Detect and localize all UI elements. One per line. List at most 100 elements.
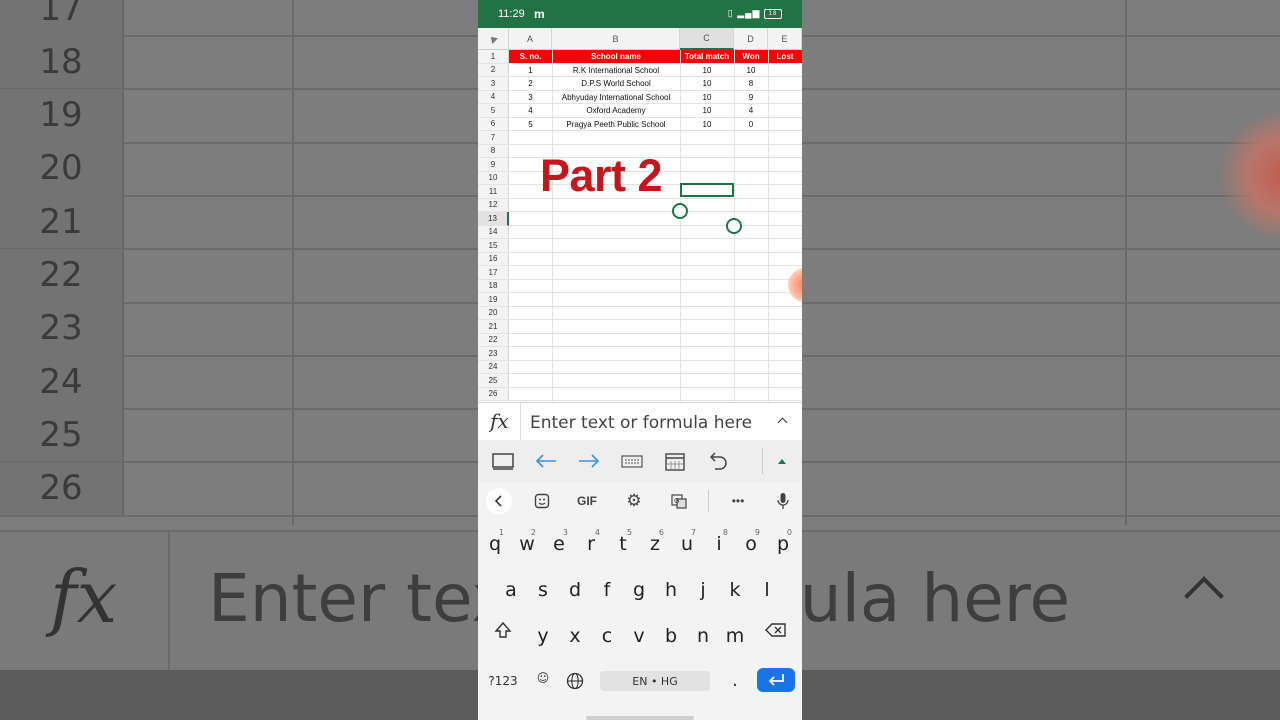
enter-key[interactable] bbox=[757, 668, 795, 692]
selection-handle-end[interactable] bbox=[726, 218, 742, 234]
row-header[interactable]: 16 bbox=[478, 252, 509, 266]
header-cell[interactable]: S. no. bbox=[509, 50, 552, 64]
table-cell[interactable]: 10 bbox=[680, 77, 734, 91]
key-b[interactable]: b bbox=[656, 616, 686, 656]
undo-icon[interactable] bbox=[706, 450, 730, 472]
row-header[interactable]: 4 bbox=[478, 90, 509, 104]
key-a[interactable]: a bbox=[496, 570, 526, 610]
sticker-icon[interactable] bbox=[532, 490, 552, 512]
table-cell[interactable]: 8 bbox=[734, 77, 768, 91]
shift-key[interactable] bbox=[486, 610, 520, 650]
row-header[interactable]: 5 bbox=[478, 104, 509, 118]
symbols-key[interactable]: ?123 bbox=[486, 671, 520, 691]
header-cell[interactable]: School name bbox=[552, 50, 680, 64]
translate-icon[interactable]: G bbox=[669, 490, 689, 512]
column-header-d[interactable]: D bbox=[734, 28, 768, 50]
row-header[interactable]: 19 bbox=[478, 293, 509, 307]
table-cell[interactable]: 5 bbox=[509, 118, 552, 132]
key-j[interactable]: j bbox=[688, 570, 718, 610]
header-cell[interactable]: Lost bbox=[768, 50, 802, 64]
key-q[interactable]: q1 bbox=[480, 524, 510, 564]
key-p[interactable]: p0 bbox=[768, 524, 798, 564]
key-t[interactable]: t5 bbox=[608, 524, 638, 564]
header-cell[interactable]: Total match bbox=[680, 50, 734, 64]
calendar-icon[interactable] bbox=[663, 450, 687, 472]
gesture-navigation-bar[interactable] bbox=[586, 716, 694, 720]
key-s[interactable]: s bbox=[528, 570, 558, 610]
spreadsheet-grid[interactable]: A B C D E 1 2 3 4 5 6 7 8 9 10 11 12 13 14 15 16 17 18 19 20 21 22… bbox=[478, 28, 802, 402]
row-header[interactable]: 3 bbox=[478, 77, 509, 91]
gif-button[interactable]: GIF bbox=[574, 490, 600, 512]
row-header[interactable]: 7 bbox=[478, 131, 509, 145]
row-header[interactable]: 18 bbox=[478, 279, 509, 293]
row-header[interactable]: 24 bbox=[478, 360, 509, 374]
table-cell[interactable]: 10 bbox=[680, 118, 734, 132]
table-cell[interactable]: 3 bbox=[509, 91, 552, 105]
numeric-keypad-icon[interactable] bbox=[620, 450, 644, 472]
table-cell[interactable]: 9 bbox=[734, 91, 768, 105]
column-header-c[interactable]: C bbox=[680, 28, 734, 50]
row-header[interactable]: 2 bbox=[478, 63, 509, 77]
key-u[interactable]: u7 bbox=[672, 524, 702, 564]
selection-handle-start[interactable] bbox=[672, 203, 688, 219]
table-cell[interactable]: 2 bbox=[509, 77, 552, 91]
table-cell[interactable]: R.K International School bbox=[552, 64, 680, 78]
row-header[interactable]: 20 bbox=[478, 306, 509, 320]
table-cell[interactable]: 4 bbox=[509, 104, 552, 118]
row-header[interactable]: 25 bbox=[478, 374, 509, 388]
backspace-key[interactable] bbox=[758, 610, 794, 650]
key-o[interactable]: o9 bbox=[736, 524, 766, 564]
table-cell[interactable]: 1 bbox=[509, 64, 552, 78]
key-h[interactable]: h bbox=[656, 570, 686, 610]
chevron-up-icon[interactable] bbox=[777, 417, 788, 428]
row-header[interactable]: 23 bbox=[478, 347, 509, 361]
key-y[interactable]: y bbox=[528, 616, 558, 656]
key-v[interactable]: v bbox=[624, 616, 654, 656]
key-i[interactable]: i8 bbox=[704, 524, 734, 564]
key-c[interactable]: c bbox=[592, 616, 622, 656]
table-cell[interactable]: 10 bbox=[734, 64, 768, 78]
row-header[interactable]: 21 bbox=[478, 320, 509, 334]
header-cell[interactable]: Won bbox=[734, 50, 768, 64]
table-cell[interactable]: Abhyuday International School bbox=[552, 91, 680, 105]
row-header[interactable]: 9 bbox=[478, 158, 509, 172]
row-header[interactable]: 12 bbox=[478, 198, 509, 212]
table-cell[interactable]: 10 bbox=[680, 104, 734, 118]
key-w[interactable]: w2 bbox=[512, 524, 542, 564]
space-bar[interactable]: EN • HG bbox=[600, 671, 710, 691]
key-l[interactable]: l bbox=[752, 570, 782, 610]
keyboard-toggle-icon[interactable] bbox=[491, 450, 515, 472]
period-key[interactable]: . bbox=[726, 668, 744, 692]
key-g[interactable]: g bbox=[624, 570, 654, 610]
key-x[interactable]: x bbox=[560, 616, 590, 656]
column-header-b[interactable]: B bbox=[552, 28, 680, 50]
gear-icon[interactable]: ⚙ bbox=[624, 490, 644, 512]
arrow-right-icon[interactable] bbox=[577, 450, 601, 472]
emoji-comma-key[interactable]: ☺ bbox=[533, 664, 553, 692]
more-options-icon[interactable]: ••• bbox=[727, 490, 749, 512]
row-header[interactable]: 14 bbox=[478, 225, 509, 239]
row-header[interactable]: 17 bbox=[478, 266, 509, 280]
table-cell[interactable]: 10 bbox=[680, 91, 734, 105]
key-e[interactable]: e3 bbox=[544, 524, 574, 564]
table-cell[interactable]: Oxford Academy bbox=[552, 104, 680, 118]
table-cell[interactable]: 4 bbox=[734, 104, 768, 118]
key-z[interactable]: z6 bbox=[640, 524, 670, 564]
key-f[interactable]: f bbox=[592, 570, 622, 610]
key-n[interactable]: n bbox=[688, 616, 718, 656]
key-k[interactable]: k bbox=[720, 570, 750, 610]
table-cell[interactable]: D.P.S World School bbox=[552, 77, 680, 91]
formula-input[interactable] bbox=[528, 410, 772, 436]
select-all-corner[interactable] bbox=[478, 28, 509, 50]
key-m[interactable]: m bbox=[720, 616, 750, 656]
selected-cell[interactable] bbox=[680, 183, 734, 197]
collapse-icon[interactable] bbox=[770, 450, 794, 472]
row-header[interactable]: 6 bbox=[478, 117, 509, 131]
column-header-a[interactable]: A bbox=[509, 28, 552, 50]
microphone-icon[interactable] bbox=[774, 490, 792, 512]
arrow-left-icon[interactable] bbox=[534, 450, 558, 472]
column-header-e[interactable]: E bbox=[768, 28, 802, 50]
key-r[interactable]: r4 bbox=[576, 524, 606, 564]
chevron-left-icon[interactable] bbox=[486, 488, 512, 514]
table-cell[interactable]: Pragya Peeth Public School bbox=[552, 118, 680, 132]
